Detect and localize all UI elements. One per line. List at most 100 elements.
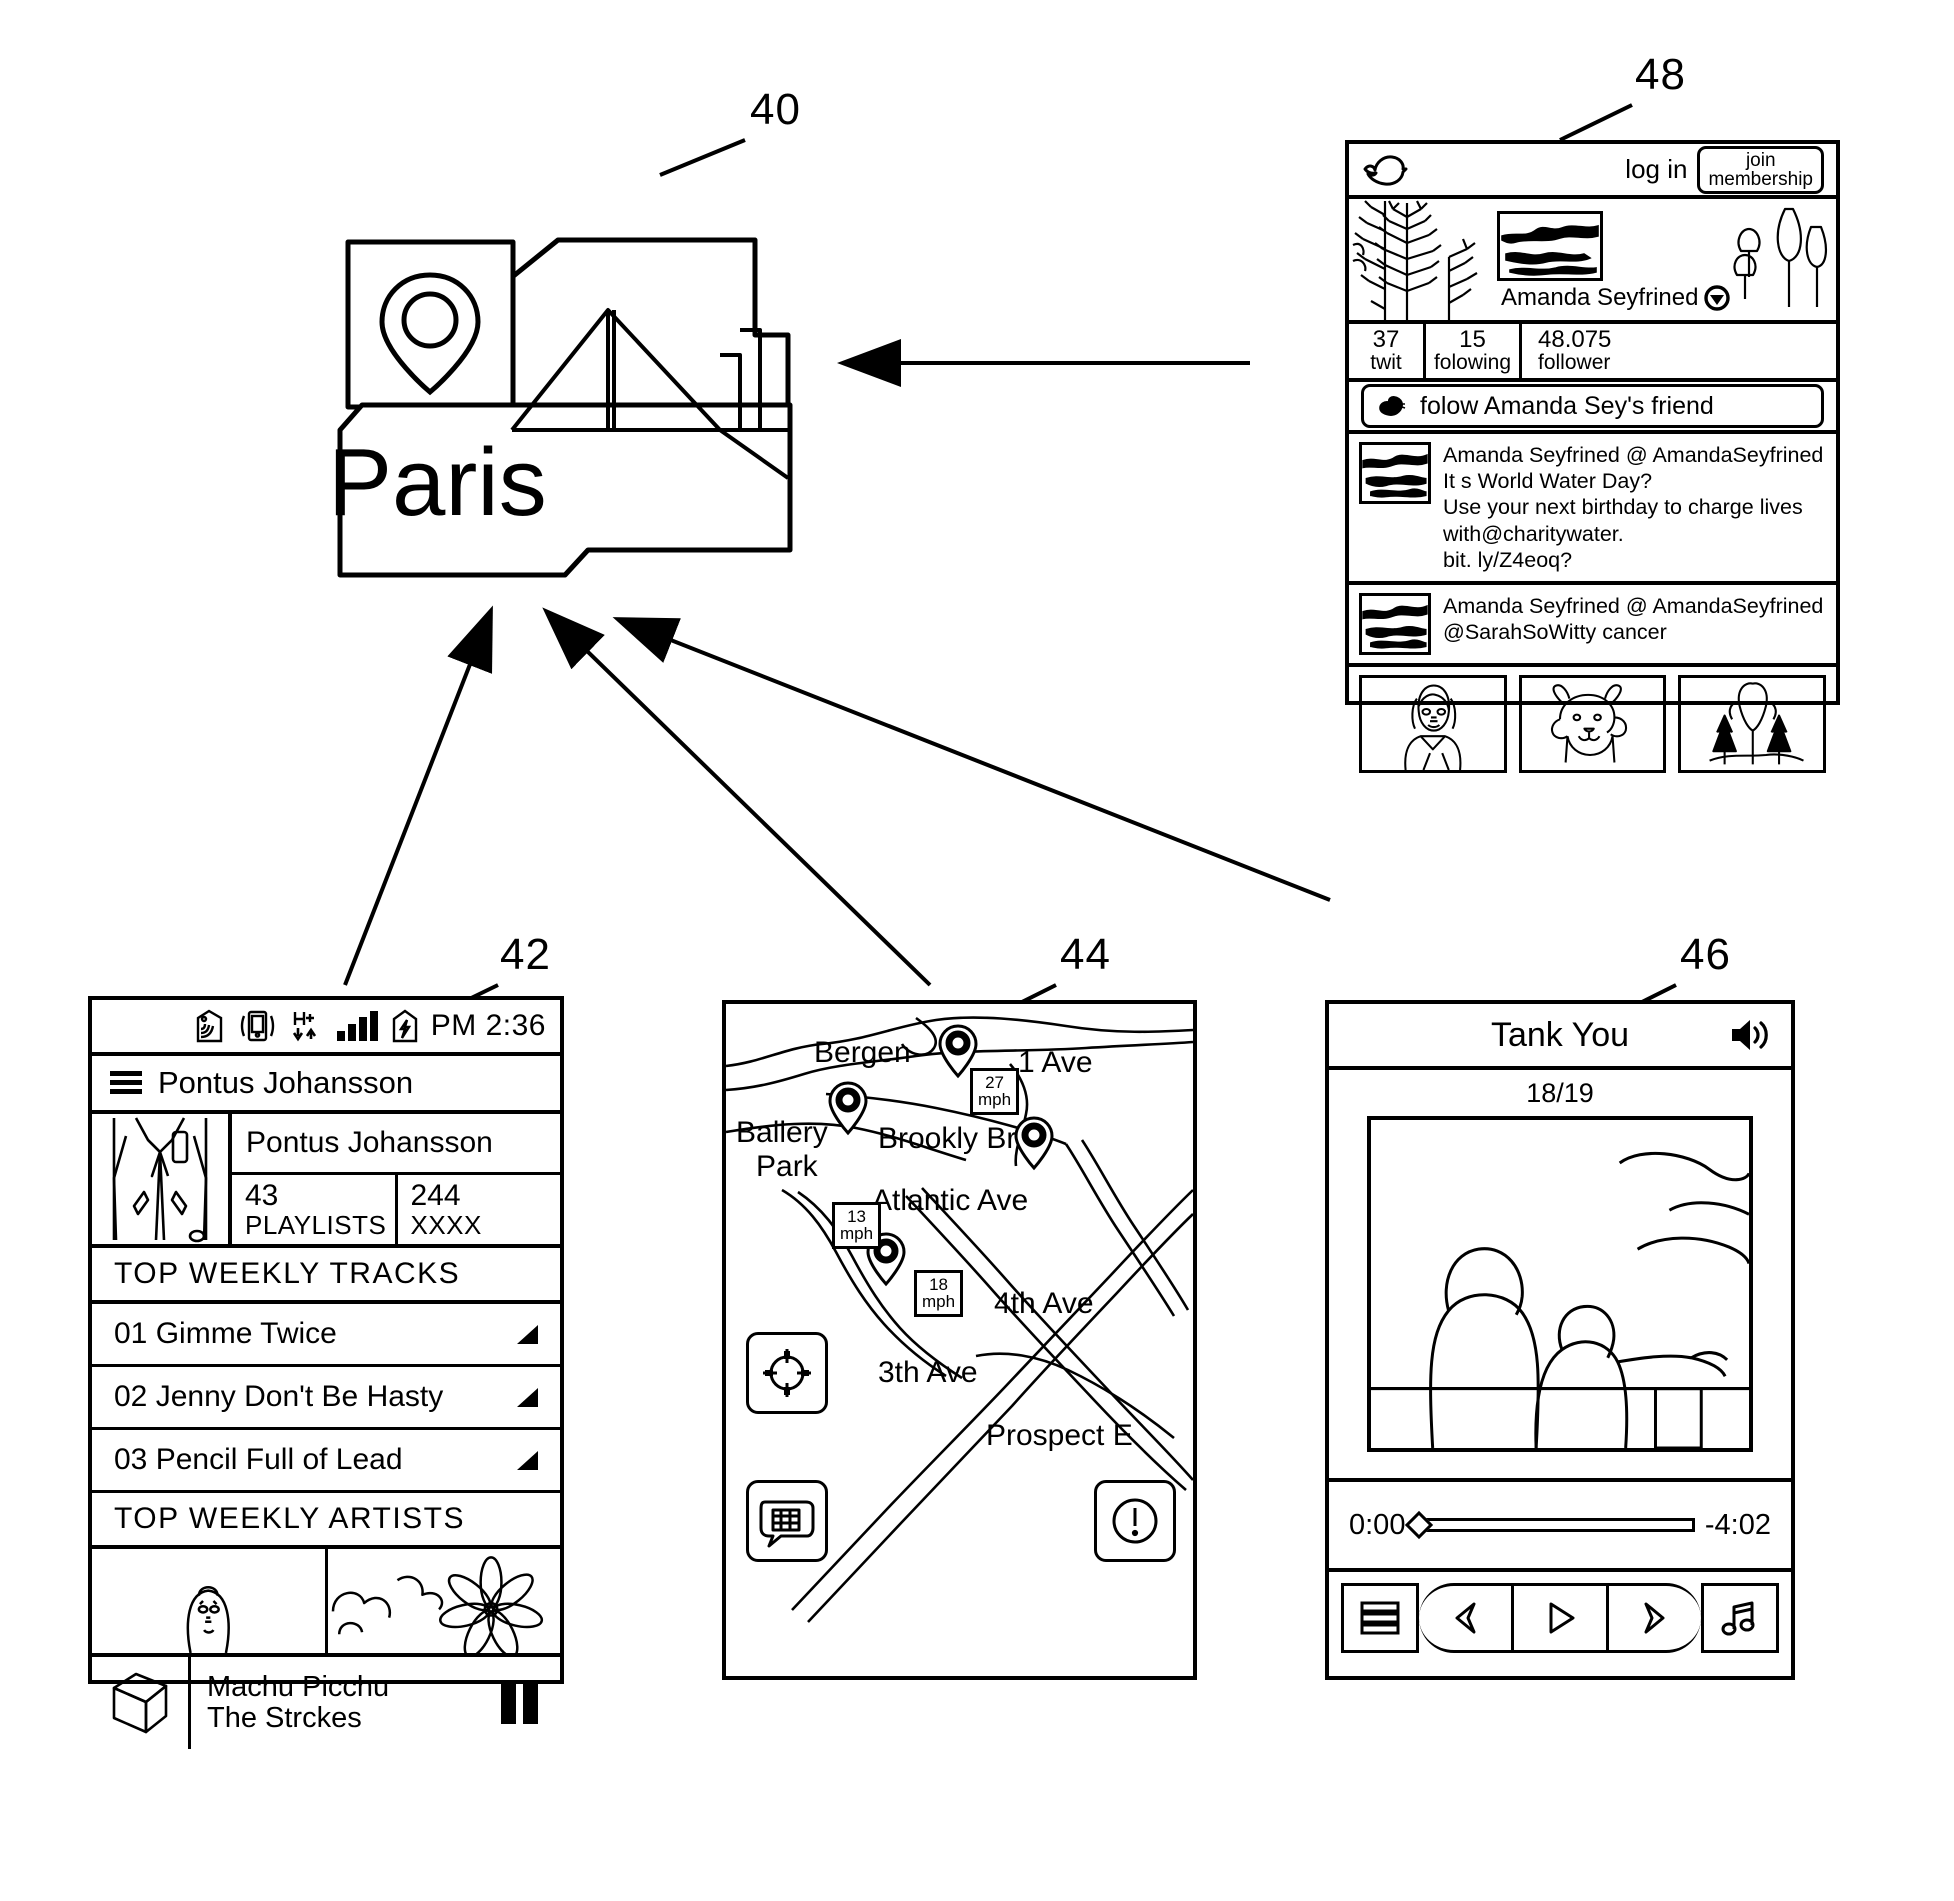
play-button[interactable] [1514,1583,1606,1653]
elapsed-time: 0:00 [1349,1508,1406,1541]
progress-handle[interactable] [1405,1510,1434,1540]
hand-pointer-icon [1379,396,1406,416]
tweet-thumbnail [1359,442,1431,504]
bird-logo-icon[interactable] [1361,153,1408,187]
vibrate-device-icon [240,1010,274,1042]
tweet-item[interactable]: Amanda Seyfrined @ AmandaSeyfrined @Sara… [1349,585,1836,668]
now-playing-bar[interactable]: Machu Picchu The Strckes [92,1657,560,1749]
map-label: Ballery [736,1116,828,1149]
map-label: 3th Ave [878,1356,978,1389]
battery-icon [392,1009,417,1043]
video-stage[interactable] [1367,1116,1753,1452]
track-row[interactable]: 02 Jenny Don't Be Hasty [92,1367,560,1430]
hub-city-label: Paris [328,429,547,536]
tweet-line: bit. ly/Z4eoq? [1443,547,1573,572]
gallery-thumb-trees[interactable] [1678,675,1827,774]
verified-badge-icon [1704,285,1731,311]
video-controls [1329,1572,1791,1664]
hplus-data-icon [292,1012,316,1042]
hamburger-menu-icon[interactable] [110,1070,142,1096]
tweet-item[interactable]: Amanda Seyfrined @ AmandaSeyfrined It s … [1349,434,1836,586]
stat-number: 43 [245,1178,279,1212]
crosshair-icon [763,1349,811,1397]
play-triangle-icon[interactable] [512,1449,538,1471]
previous-icon [1455,1602,1476,1634]
playlist-button[interactable] [1341,1583,1419,1653]
artist-thumbnail-row [92,1549,560,1657]
album-art [92,1657,191,1749]
ref-label-40: 40 [750,85,801,134]
music-profile-row: Pontus Johansson 43 PLAYLISTS 244 XXXX [92,1114,560,1248]
music-title-text: Pontus Johansson [158,1065,414,1100]
avatar [92,1114,232,1244]
social-header: log in join membership [1349,144,1836,199]
track-row[interactable]: 03 Pencil Full of Lead [92,1430,560,1493]
tweet-text: Amanda Seyfrined @ AmandaSeyfrined It s … [1443,442,1823,573]
ref-label-44: 44 [1060,930,1111,979]
video-app-panel: Tank You 18/19 0:00 -4:02 [1325,1000,1795,1680]
profile-stats-row: 37 twit 15 folowing 48.075 follower [1349,324,1836,382]
track-label: 01 Gimme Twice [114,1317,337,1350]
speaker-icon[interactable] [1729,1017,1771,1053]
music-library-button[interactable] [1701,1583,1779,1653]
hub-paris-card: Paris [328,130,810,600]
gallery-thumb-woman[interactable] [1359,675,1507,774]
join-label-line2: membership [1708,168,1813,190]
nfc-tag-icon [196,1009,222,1043]
track-row[interactable]: 01 Gimme Twice [92,1304,560,1367]
music-app-panel: PM 2:36 Pontus Johansson Pontus Johansso… [88,996,564,1749]
tweet-text: Amanda Seyfrined @ AmandaSeyfrined @Sara… [1443,593,1823,655]
tweet-line: @SarahSoWitty cancer [1443,620,1667,645]
tweet-line: Use your next birthday to charge lives [1443,495,1803,520]
artist-thumb-flower[interactable] [324,1549,561,1653]
exclamation-icon [1112,1498,1158,1544]
tweet-line: Amanda Seyfrined @ AmandaSeyfrined [1443,443,1824,467]
traffic-report-button[interactable] [746,1480,828,1562]
map-app-panel[interactable]: Bergen 1 Ave Ballery Park Brookly Br Atl… [722,1000,1197,1680]
stat-following: 15 folowing [1423,324,1519,378]
photo-gallery [1349,667,1836,781]
person-suit-avatar [112,1117,208,1243]
speed-bubble: 18 mph [914,1270,964,1317]
list-icon [1360,1601,1400,1635]
map-pin-icon[interactable] [1014,1116,1054,1171]
map-label: Bergen [814,1036,911,1069]
next-button[interactable] [1606,1583,1701,1653]
gallery-thumb-dog[interactable] [1518,675,1667,774]
stat-number: 244 [410,1178,461,1212]
stat-number: 37 [1372,326,1400,353]
map-pin-icon[interactable] [828,1081,868,1136]
stat-twit: 37 twit [1349,324,1423,378]
stat-number: 48.075 [1538,326,1612,353]
follow-label: folow Amanda Sey's friend [1420,391,1714,420]
progress-track[interactable] [1405,1510,1695,1540]
ref-label-42: 42 [500,930,551,979]
profile-name-row: Amanda Seyfrined [1501,284,1731,312]
play-triangle-icon[interactable] [512,1323,538,1345]
now-playing-artist: The Strckes [207,1702,362,1734]
play-icon [1549,1602,1575,1634]
stat-label: folowing [1433,351,1512,375]
play-triangle-icon[interactable] [512,1386,538,1408]
top-weekly-tracks-header: TOP WEEKLY TRACKS [92,1248,560,1304]
track-label: 02 Jenny Don't Be Hasty [114,1380,444,1413]
map-label: Atlantic Ave [872,1184,1029,1217]
video-scrubber[interactable]: 0:00 -4:02 [1329,1478,1791,1572]
video-title: Tank You [1490,1015,1630,1054]
recenter-button[interactable] [746,1332,828,1414]
join-membership-button[interactable]: join membership [1697,145,1824,194]
artist-thumb-woman[interactable] [92,1549,325,1653]
remaining-time: -4:02 [1704,1508,1771,1541]
pause-button[interactable] [501,1682,560,1724]
now-playing-title: Machu Picchu [207,1671,390,1704]
previous-button[interactable] [1419,1583,1514,1653]
alert-button[interactable] [1094,1480,1176,1562]
stat-label: twit [1370,351,1402,375]
profile-stat-playlists: 43 PLAYLISTS [232,1175,398,1244]
follow-friend-button[interactable]: folow Amanda Sey's friend [1361,384,1824,428]
login-link[interactable]: log in [1625,154,1687,185]
tweet-line: It s World Water Day? [1443,469,1653,494]
speed-bubble: 13 mph [832,1202,882,1249]
stat-label: PLAYLISTS [245,1209,387,1240]
speed-unit: mph [978,1090,1012,1109]
